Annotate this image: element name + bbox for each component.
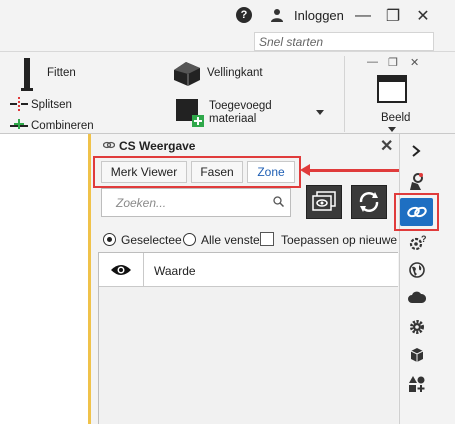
minimize-button[interactable]: —	[352, 6, 374, 26]
radio-geselecteerd[interactable]	[103, 233, 116, 246]
refresh-icon	[359, 192, 379, 212]
group-restore-icon[interactable]: ❐	[388, 56, 398, 69]
eye-icon	[111, 264, 131, 275]
fitten-button[interactable]: Fitten	[47, 67, 76, 79]
search-icon[interactable]	[273, 196, 284, 207]
value-column-label: Waarde	[154, 264, 196, 278]
panel-close-button[interactable]: ✕	[380, 136, 393, 156]
help-icon[interactable]: ?	[236, 7, 252, 23]
value-column-header[interactable]: Waarde	[144, 253, 398, 287]
globe-icon[interactable]	[409, 262, 425, 278]
panel-title: CS Weergave	[119, 139, 196, 153]
radio-geselecteerd-label[interactable]: Geselectee	[121, 233, 182, 247]
callout-arrow-line	[308, 169, 410, 172]
help-gear-icon[interactable]: ?	[409, 234, 427, 250]
toegevoegd-materiaal-label-2[interactable]: materiaal	[209, 113, 256, 125]
splitsen-button[interactable]: Splitsen	[31, 99, 72, 111]
beeld-dropdown-icon[interactable]	[388, 127, 396, 132]
callout-arrow-head	[300, 164, 310, 176]
panel-link-icon	[103, 141, 115, 149]
dropdown-arrow-icon[interactable]	[316, 110, 324, 115]
right-side-rail	[399, 134, 455, 424]
svg-text:?: ?	[421, 234, 427, 244]
beeld-icon[interactable]	[377, 75, 407, 103]
combineren-button[interactable]: Combineren	[31, 120, 94, 132]
view-images-button[interactable]	[306, 185, 342, 219]
gear-hand-icon[interactable]	[409, 172, 425, 190]
login-link[interactable]: Inloggen	[294, 8, 344, 23]
cloud-icon[interactable]	[408, 291, 426, 303]
search-placeholder: Zoeken...	[116, 196, 167, 210]
apply-to-new-label[interactable]: Toepassen op nieuwe	[281, 233, 397, 247]
vellingkant-button[interactable]: Vellingkant	[207, 67, 263, 79]
restore-button[interactable]: ❐	[382, 6, 404, 26]
model-canvas[interactable]	[0, 134, 91, 424]
group-minimize-icon[interactable]: —	[367, 56, 378, 68]
active-rail-highlight	[394, 193, 439, 231]
toegevoegd-materiaal-icon[interactable]	[176, 99, 204, 127]
user-icon[interactable]	[270, 8, 284, 22]
cube-icon[interactable]	[410, 347, 424, 363]
toegevoegd-materiaal-label-1[interactable]: Toegevoegd	[209, 100, 272, 112]
fitten-icon[interactable]	[18, 58, 38, 94]
combineren-icon[interactable]	[10, 117, 28, 131]
refresh-button[interactable]	[351, 185, 387, 219]
tabs-highlight-box	[93, 156, 301, 188]
group-close-icon[interactable]: ✕	[410, 56, 419, 69]
apply-to-new-checkbox[interactable]	[260, 232, 274, 246]
beeld-button[interactable]: Beeld	[381, 112, 410, 124]
visibility-column-header[interactable]	[99, 253, 144, 287]
radio-alle-vensters-label[interactable]: Alle venste	[201, 233, 260, 247]
shapes-icon[interactable]	[409, 376, 425, 392]
vellingkant-icon[interactable]	[170, 58, 204, 88]
search-input[interactable]: Zoeken...	[101, 188, 291, 217]
gear-icon[interactable]	[409, 319, 425, 335]
radio-alle-vensters[interactable]	[183, 233, 196, 246]
view-images-icon	[312, 191, 336, 211]
quick-start-placeholder: Snel starten	[259, 35, 324, 49]
close-window-button[interactable]: ✕	[412, 6, 434, 26]
chevron-right-icon[interactable]	[411, 145, 421, 157]
splitsen-icon[interactable]	[10, 97, 28, 111]
quick-start-input[interactable]: Snel starten	[254, 32, 434, 51]
ribbon-separator	[344, 56, 345, 132]
